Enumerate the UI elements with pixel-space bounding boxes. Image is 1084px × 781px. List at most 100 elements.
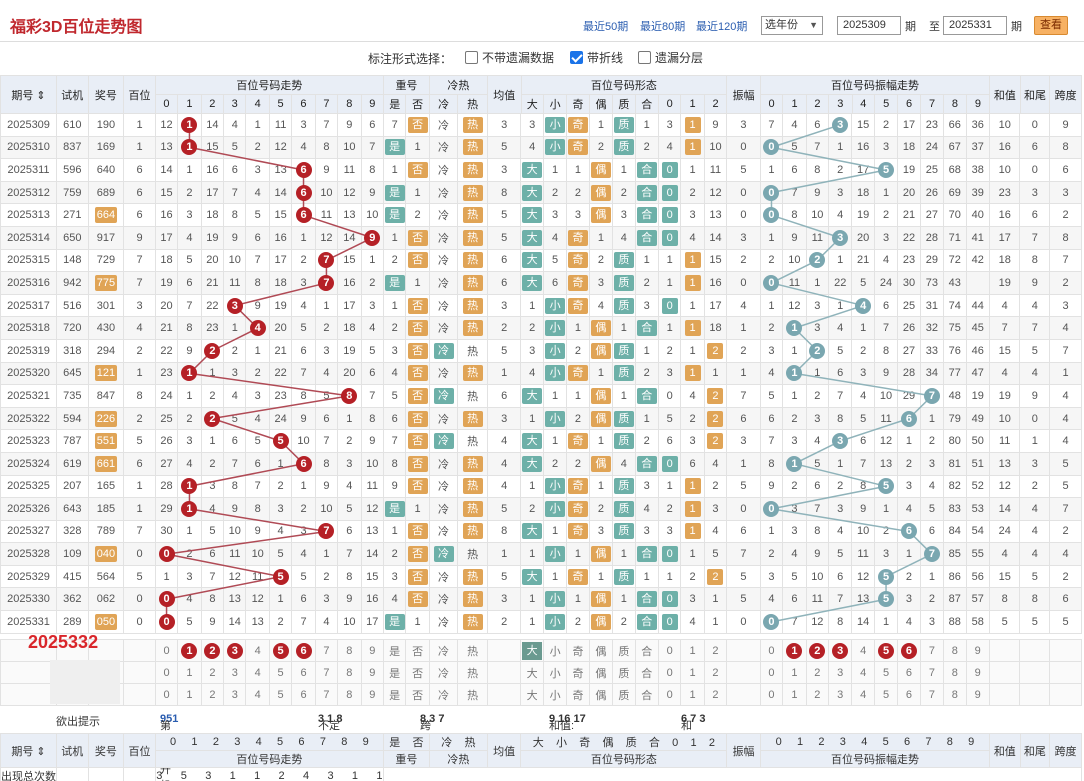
miss-cell: 7 <box>314 113 339 137</box>
link-recent-80[interactable]: 最近80期 <box>640 18 685 34</box>
amp-miss: 12 <box>851 564 875 589</box>
predict-amp-ball[interactable]: 5 <box>878 642 895 659</box>
shape-d2: 2 <box>703 94 728 114</box>
to-issue-label: 期 <box>1011 21 1022 33</box>
miss-cell: 4 <box>200 497 225 521</box>
shape-badge: 大 <box>522 252 543 269</box>
to-issue-input[interactable]: 2025331 <box>943 16 1007 35</box>
shape-badge: 0 <box>661 591 678 608</box>
amp-digit-0: 0 <box>759 94 784 114</box>
from-issue-input[interactable]: 2025309 <box>837 16 901 35</box>
issue-cell: 2025331 <box>0 610 58 634</box>
miss-cell: 5 <box>337 497 362 521</box>
amp-miss: 2 <box>759 542 784 566</box>
hit-ball: 9 <box>364 229 381 246</box>
prize-cell: 917 <box>87 225 125 250</box>
checkbox-layer[interactable] <box>638 51 651 64</box>
checkbox-line[interactable] <box>570 51 583 64</box>
shape-cell: 大 <box>520 519 544 544</box>
tail-cell: 7 <box>1019 225 1051 250</box>
miss-cell: 21 <box>200 271 225 295</box>
cold-cell: 冷 <box>428 158 459 182</box>
link-recent-120[interactable]: 最近120期 <box>696 18 747 34</box>
predict-ball[interactable]: 5 <box>272 642 289 659</box>
hit-ball: 0 <box>158 613 175 630</box>
predict-digit: 5 <box>268 683 293 706</box>
amp-miss: 40 <box>965 203 990 227</box>
predict-ball[interactable]: 6 <box>295 642 312 659</box>
chevron-down-icon: ▼ <box>809 20 818 30</box>
predict-digit: 2 <box>200 639 225 662</box>
shape-miss: 2 <box>680 564 705 589</box>
hot-badge: 热 <box>462 184 483 201</box>
shape-badge: 奇 <box>567 365 588 382</box>
predict-ball[interactable]: 1 <box>181 642 198 659</box>
miss-cell: 4 <box>268 519 293 544</box>
amp-miss: 7 <box>873 316 899 340</box>
shape-badge: 小 <box>545 297 566 314</box>
repeat-cell: 否 <box>405 451 430 476</box>
issue-cell: 2025312 <box>0 180 58 205</box>
col-issue[interactable]: 期号 ⇕ <box>0 75 58 114</box>
trend-digit-2: 2 <box>200 94 225 114</box>
col-issue-bottom[interactable]: 期号 ⇕ <box>0 733 58 768</box>
amp-miss: 82 <box>943 474 967 499</box>
miss-cell: 14 <box>200 113 225 137</box>
sum-cell: 13 <box>988 451 1021 476</box>
predict-amp-ball[interactable]: 1 <box>786 642 803 659</box>
amp-miss: 7 <box>805 135 830 160</box>
checkbox-no-miss[interactable] <box>465 51 478 64</box>
shape-cell: 0 <box>657 203 682 227</box>
shape-miss: 16 <box>703 271 728 295</box>
option-no-miss[interactable]: 不带遗漏数据 <box>465 49 554 66</box>
shape-cell: 合 <box>634 587 659 612</box>
shape-miss: 6 <box>657 429 682 453</box>
predict-amp-ball[interactable]: 3 <box>832 642 849 659</box>
shape-badge: 小 <box>545 546 566 563</box>
repeat-no: 否 <box>405 94 430 114</box>
miss-cell: 3 <box>314 338 339 363</box>
predict-ball[interactable]: 2 <box>204 642 221 659</box>
amp-miss: 33 <box>919 338 945 363</box>
option-line[interactable]: 带折线 <box>570 49 623 66</box>
repeat-cell: 是 <box>382 610 407 634</box>
option-layer[interactable]: 遗漏分层 <box>638 49 703 66</box>
amp-miss: 41 <box>965 225 990 250</box>
miss-cell: 6 <box>177 271 202 295</box>
amp-miss: 1 <box>805 271 830 295</box>
prize-cell: 050 <box>87 610 125 634</box>
year-select[interactable]: 选年份 ▼ <box>761 16 823 35</box>
predict-ball[interactable]: 3 <box>226 642 243 659</box>
amp-miss: 51 <box>965 451 990 476</box>
amp-miss: 79 <box>943 406 967 431</box>
amp-miss: 3 <box>805 406 830 431</box>
query-button[interactable]: 查看 <box>1034 16 1068 35</box>
span-cell: 5 <box>1049 451 1082 476</box>
prize-badge: 040 <box>94 546 118 563</box>
link-recent-50[interactable]: 最近50期 <box>583 18 628 34</box>
predict-amp-ball[interactable]: 2 <box>809 642 826 659</box>
shape-badge: 质 <box>613 433 634 450</box>
trial-cell: 610 <box>56 113 89 137</box>
shape-cell: 质 <box>612 497 636 521</box>
cold-cell: 冷 <box>428 135 459 160</box>
trend-digit-9: 9 <box>360 94 385 114</box>
miss-cell: 9 <box>177 338 202 363</box>
shape-badge: 奇 <box>567 568 588 585</box>
amp-miss: 75 <box>943 316 967 340</box>
miss-cell: 9 <box>245 293 270 318</box>
col-hundred: 百位 <box>123 75 156 114</box>
shape-miss: 1 <box>634 113 659 137</box>
repeat-no-badge: 否 <box>407 161 428 178</box>
amp-miss: 68 <box>943 158 967 182</box>
prize-cell: 661 <box>87 451 125 476</box>
miss-cell: 19 <box>154 271 179 295</box>
predict-digit: 8 <box>337 639 362 662</box>
predict-digit: 9 <box>360 683 384 706</box>
amp-miss: 85 <box>943 542 967 566</box>
shape-miss: 14 <box>703 225 728 250</box>
trend-hit: 9 <box>360 225 384 250</box>
hit-ball: 1 <box>181 478 198 495</box>
shape-cell: 奇 <box>566 135 590 160</box>
predict-amp-ball[interactable]: 6 <box>900 642 917 659</box>
